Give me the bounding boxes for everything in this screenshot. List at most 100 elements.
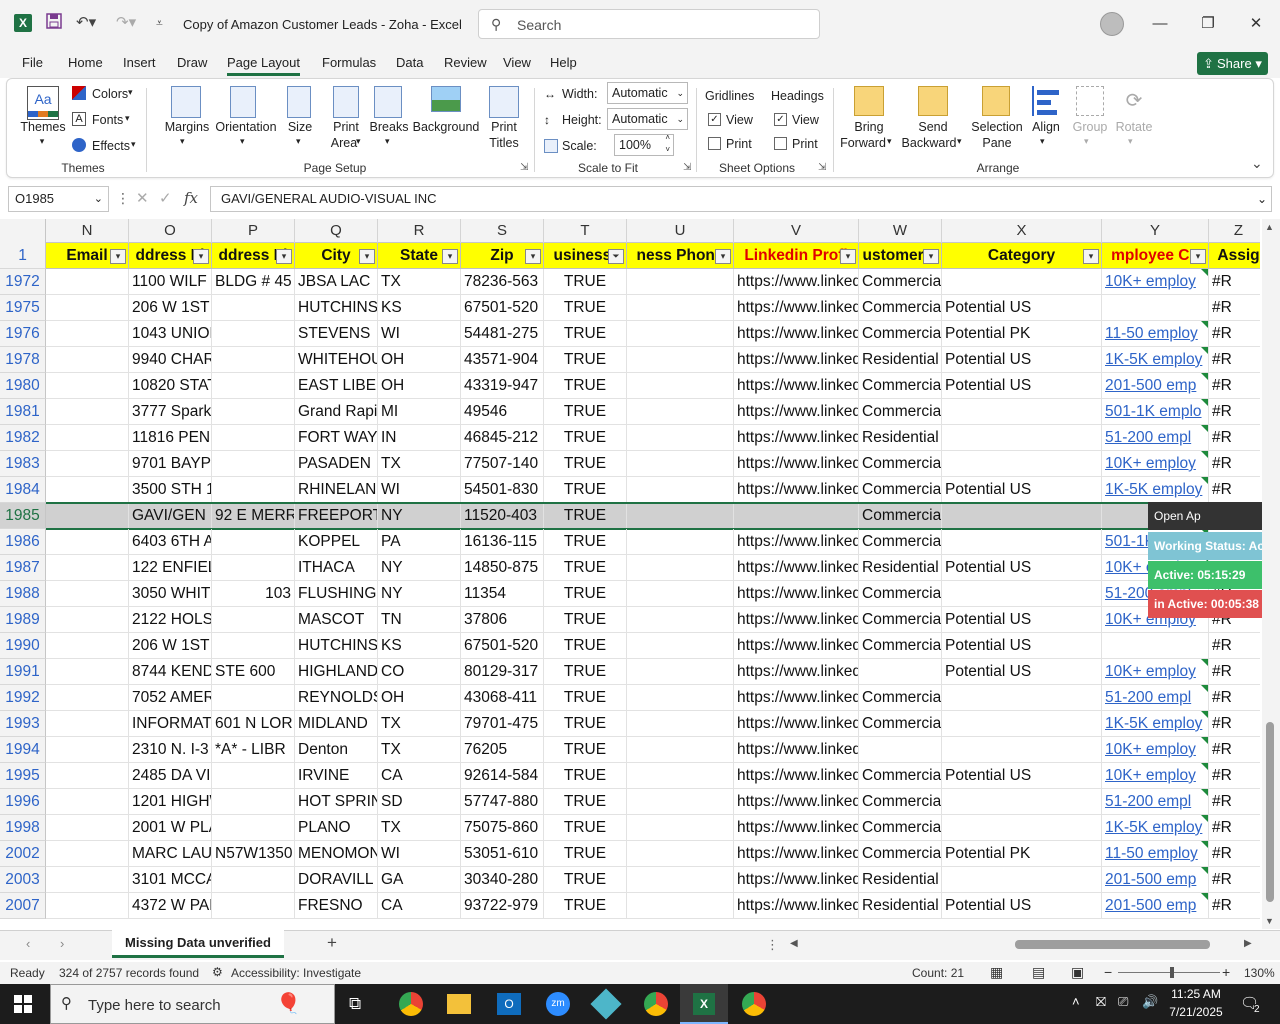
- table-cell[interactable]: [212, 867, 295, 893]
- print-area-label-1[interactable]: Print: [326, 120, 366, 134]
- table-cell[interactable]: MASCOT: [295, 607, 378, 633]
- align-label[interactable]: Align: [1028, 120, 1064, 134]
- table-cell[interactable]: TN: [378, 607, 461, 633]
- table-cell[interactable]: 1K-5K employ: [1102, 477, 1209, 503]
- tab-page-layout[interactable]: Page Layout: [227, 55, 301, 76]
- table-cell[interactable]: [212, 321, 295, 347]
- table-cell[interactable]: 67501-520: [461, 295, 544, 321]
- column-header-n[interactable]: N: [46, 219, 129, 243]
- zoom-slider-thumb[interactable]: [1170, 967, 1174, 978]
- table-cell[interactable]: TX: [378, 711, 461, 737]
- table-header-cell[interactable]: State ▾: [378, 243, 461, 269]
- table-cell[interactable]: #R: [1209, 893, 1260, 919]
- table-cell[interactable]: OH: [378, 373, 461, 399]
- filter-dropdown-icon[interactable]: ▾: [840, 249, 856, 264]
- send-backward-label-1[interactable]: Send: [910, 120, 956, 134]
- table-cell[interactable]: [46, 451, 129, 477]
- table-cell[interactable]: https://www.linked: [734, 867, 859, 893]
- table-cell[interactable]: NY: [378, 555, 461, 581]
- table-cell[interactable]: [212, 347, 295, 373]
- row-header[interactable]: 1988: [0, 581, 46, 607]
- table-cell[interactable]: KOPPEL: [295, 529, 378, 555]
- filter-dropdown-icon[interactable]: ▾: [923, 249, 939, 264]
- size-icon[interactable]: [287, 86, 311, 118]
- table-cell[interactable]: https://www.linked: [734, 321, 859, 347]
- orientation-label[interactable]: Orientation: [212, 120, 280, 134]
- table-cell[interactable]: TRUE: [544, 685, 627, 711]
- table-cell[interactable]: 206 W 1ST AVE: [129, 295, 212, 321]
- table-cell[interactable]: Commercial: [859, 815, 942, 841]
- rotate-label[interactable]: Rotate: [1114, 120, 1154, 134]
- headings-view-checkbox[interactable]: ✓: [774, 113, 787, 126]
- table-cell[interactable]: 2485 DA VINCI: [129, 763, 212, 789]
- row-header[interactable]: 1981: [0, 399, 46, 425]
- table-cell[interactable]: Denton: [295, 737, 378, 763]
- print-titles-icon[interactable]: [489, 86, 519, 118]
- table-cell[interactable]: 206 W 1ST AVE: [129, 633, 212, 659]
- table-cell[interactable]: Commercial: [859, 373, 942, 399]
- column-header-r[interactable]: R: [378, 219, 461, 243]
- table-header-cell[interactable]: City ▾: [295, 243, 378, 269]
- breaks-icon[interactable]: [374, 86, 402, 118]
- table-cell[interactable]: [627, 763, 734, 789]
- table-cell[interactable]: NY: [378, 503, 461, 529]
- table-cell[interactable]: [46, 295, 129, 321]
- row-header[interactable]: 1992: [0, 685, 46, 711]
- zoom-app-icon[interactable]: zm: [546, 992, 570, 1016]
- print-titles-label-2[interactable]: Titles: [485, 136, 523, 150]
- table-cell[interactable]: [942, 529, 1102, 555]
- table-cell[interactable]: Commercial: [859, 763, 942, 789]
- row-header[interactable]: 1995: [0, 763, 46, 789]
- table-cell[interactable]: 1K-5K employ: [1102, 815, 1209, 841]
- table-cell[interactable]: 77507-140: [461, 451, 544, 477]
- table-cell[interactable]: BLDG # 45: [212, 269, 295, 295]
- table-cell[interactable]: [212, 529, 295, 555]
- page-setup-launcher-icon[interactable]: ⇲: [520, 162, 528, 173]
- table-cell[interactable]: https://www.linked: [734, 685, 859, 711]
- table-cell[interactable]: [46, 815, 129, 841]
- prev-sheet-icon[interactable]: ‹: [26, 936, 30, 951]
- table-cell[interactable]: 43571-904: [461, 347, 544, 373]
- table-cell[interactable]: https://www.linkedin.com/company/untsyst…: [734, 737, 859, 763]
- zoom-slider[interactable]: [1118, 972, 1220, 973]
- table-cell[interactable]: Potential US: [942, 477, 1102, 503]
- table-cell[interactable]: STEVENS: [295, 321, 378, 347]
- table-cell[interactable]: #R: [1209, 269, 1260, 295]
- table-cell[interactable]: 2001 W PLANO PKWY: [129, 815, 212, 841]
- tab-insert[interactable]: Insert: [123, 55, 156, 70]
- table-cell[interactable]: TRUE: [544, 373, 627, 399]
- filter-dropdown-icon[interactable]: ▾: [442, 249, 458, 264]
- chrome-icon-2[interactable]: [742, 992, 766, 1016]
- effects-icon[interactable]: [72, 138, 86, 152]
- table-cell[interactable]: [627, 451, 734, 477]
- table-cell[interactable]: 201-500 emp: [1102, 893, 1209, 919]
- table-cell[interactable]: 122 ENFIELD FALLS R: [129, 555, 212, 581]
- table-cell[interactable]: KS: [378, 295, 461, 321]
- row-header[interactable]: 1987: [0, 555, 46, 581]
- table-cell[interactable]: TRUE: [544, 763, 627, 789]
- table-cell[interactable]: [46, 685, 129, 711]
- table-cell[interactable]: [46, 321, 129, 347]
- width-select[interactable]: Automatic ⌄: [607, 82, 688, 104]
- bring-forward-icon[interactable]: [854, 86, 884, 116]
- table-cell[interactable]: TRUE: [544, 659, 627, 685]
- vertical-scroll-thumb[interactable]: [1266, 722, 1274, 902]
- select-all-corner[interactable]: [0, 219, 46, 243]
- table-cell[interactable]: 80129-317: [461, 659, 544, 685]
- table-cell[interactable]: [942, 399, 1102, 425]
- table-cell[interactable]: [627, 347, 734, 373]
- effects-label[interactable]: Effects: [92, 139, 130, 153]
- table-cell[interactable]: 8744 KEND: [129, 659, 212, 685]
- table-cell[interactable]: 201-500 emp: [1102, 867, 1209, 893]
- table-cell[interactable]: Commercial: [859, 477, 942, 503]
- table-cell[interactable]: 16136-115: [461, 529, 544, 555]
- table-cell[interactable]: [942, 503, 1102, 529]
- scroll-left-icon[interactable]: ◀: [790, 938, 798, 949]
- chrome-icon[interactable]: [399, 992, 423, 1016]
- table-cell[interactable]: [627, 399, 734, 425]
- table-cell[interactable]: 51-200 empl: [1102, 789, 1209, 815]
- table-cell[interactable]: Potential US: [942, 633, 1102, 659]
- tab-data[interactable]: Data: [396, 55, 423, 70]
- table-cell[interactable]: [1102, 633, 1209, 659]
- table-cell[interactable]: PLANO: [295, 815, 378, 841]
